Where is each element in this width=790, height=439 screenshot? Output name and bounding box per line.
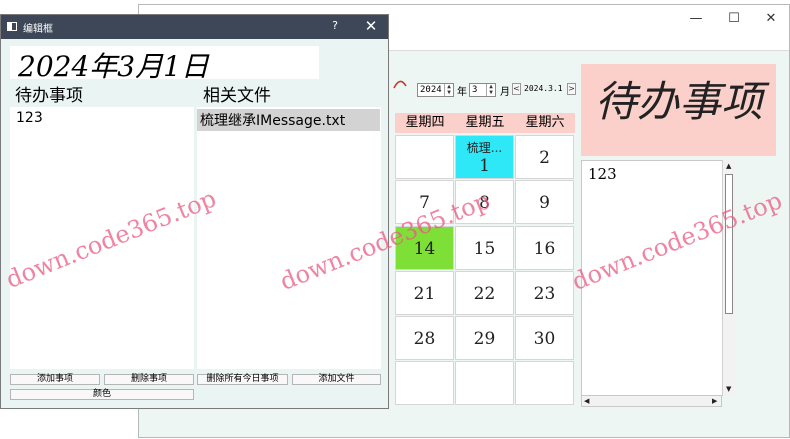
year-unit-label: 年 [457, 87, 467, 98]
todo-title: 待办事项 [595, 77, 764, 126]
calendar-cell-15[interactable]: 15 [455, 226, 514, 270]
calendar-cell-2[interactable]: 2 [515, 135, 574, 179]
scroll-thumb[interactable] [725, 174, 733, 314]
calendar-cell-28[interactable]: 28 [395, 316, 454, 360]
todo-list-panel[interactable]: 123 [10, 107, 194, 369]
dialog-close-button[interactable]: ✕ [361, 17, 381, 35]
list-item[interactable]: 123 [13, 109, 46, 127]
calendar-cell-note: 梳理... [466, 141, 503, 155]
calendar-cell-30[interactable]: 30 [515, 316, 574, 360]
month-unit-label: 月 [500, 87, 510, 98]
add-file-button[interactable]: 添加文件 [292, 374, 381, 385]
list-item[interactable]: 梳理继承IMessage.txt [197, 109, 380, 131]
calendar-cell-21[interactable]: 21 [395, 271, 454, 315]
scroll-right-icon[interactable]: ▶ [712, 396, 717, 406]
add-item-button[interactable]: 添加事项 [10, 374, 100, 385]
file-list-panel[interactable]: 梳理继承IMessage.txt [197, 107, 381, 369]
scroll-up-icon[interactable]: ▲ [726, 161, 731, 171]
files-section-label: 相关文件 [203, 86, 271, 106]
next-month-button[interactable]: > [567, 83, 576, 95]
todo-list[interactable]: 123 [581, 160, 735, 396]
weekday-thu: 星期四 [395, 113, 455, 133]
month-value: 3 [472, 85, 478, 95]
year-value: 2024 [420, 85, 442, 95]
window-icon [7, 22, 17, 31]
scroll-left-icon[interactable]: ◀ [584, 396, 589, 406]
dialog-title: 编辑框 [23, 24, 53, 35]
delete-item-button[interactable]: 删除事项 [104, 374, 194, 385]
weekday-fri: 星期五 [455, 113, 515, 133]
calendar-cell-empty[interactable] [455, 361, 514, 405]
calendar-cell-1[interactable]: 梳理... 1 [455, 135, 514, 179]
todo-title-panel: 待办事项 [581, 64, 776, 156]
delete-all-today-button[interactable]: 删除所有今日事项 [197, 374, 288, 385]
weekday-sat: 星期六 [515, 113, 575, 133]
calendar-cell-8[interactable]: 8 [455, 180, 514, 224]
horizontal-scrollbar[interactable]: ◀ ▶ [581, 395, 722, 407]
close-button[interactable]: ✕ [756, 9, 786, 29]
vertical-scrollbar[interactable]: ▲ ▼ [722, 160, 735, 396]
list-item[interactable]: 123 [588, 165, 617, 183]
edit-dialog: 编辑框 ? ✕ 2024年3月1日 待办事项 相关文件 123 梳理继承IMes… [0, 14, 389, 409]
dialog-date: 2024年3月1日 [18, 50, 209, 83]
calendar-cell-16[interactable]: 16 [515, 226, 574, 270]
calendar-cell-empty[interactable] [395, 361, 454, 405]
calendar-cell-day: 1 [479, 156, 490, 176]
prev-month-button[interactable]: < [512, 83, 521, 95]
calendar-cell-14[interactable]: 14 [395, 226, 454, 270]
calendar-cell-empty[interactable] [395, 135, 454, 179]
dialog-titlebar: 编辑框 ? ✕ [1, 15, 388, 39]
month-spinbox[interactable]: 3 ▲ ▼ [469, 83, 496, 97]
date-display: 2024年3月1日 [10, 46, 319, 83]
spin-arrows-icon[interactable]: ▲ ▼ [444, 84, 453, 96]
calendar-cell-9[interactable]: 9 [515, 180, 574, 224]
calendar-cell-empty[interactable] [515, 361, 574, 405]
spin-arrows-icon[interactable]: ▲ ▼ [486, 84, 495, 96]
maximize-button[interactable]: ☐ [719, 9, 749, 29]
calendar-cell-22[interactable]: 22 [455, 271, 514, 315]
todo-section-label: 待办事项 [15, 86, 83, 106]
calendar-cell-29[interactable]: 29 [455, 316, 514, 360]
scroll-down-icon[interactable]: ▼ [726, 384, 731, 394]
minimize-button[interactable]: — [681, 9, 711, 29]
year-spinbox[interactable]: 2024 ▲ ▼ [417, 83, 454, 97]
decoration-arc [393, 80, 407, 89]
calendar-cell-7[interactable]: 7 [395, 180, 454, 224]
help-button[interactable]: ? [327, 19, 343, 32]
calendar-cell-23[interactable]: 23 [515, 271, 574, 315]
current-date-label: 2024.3.1 [524, 84, 563, 93]
color-button[interactable]: 颜色 [10, 389, 194, 400]
